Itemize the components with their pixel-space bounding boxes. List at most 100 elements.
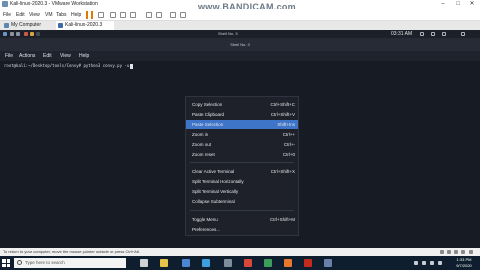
menu-edit[interactable]: Edit xyxy=(16,9,25,21)
tab-kali-vm[interactable]: Kali-linux-2020.3 xyxy=(56,21,114,30)
command-text: root@kali:~/Desktop/tools/Convy# python3… xyxy=(4,63,130,68)
menu-item-preferences[interactable]: Preferences... xyxy=(186,225,298,234)
display-icon[interactable] xyxy=(469,250,473,254)
menu-item-shortcut: Ctrl++ xyxy=(282,132,295,137)
terminal-menu-file[interactable]: File xyxy=(5,51,13,61)
tab-my-computer[interactable]: My Computer xyxy=(2,21,54,30)
close-icon[interactable]: ✕ xyxy=(465,0,479,9)
text-cursor xyxy=(130,63,134,69)
vm-icon xyxy=(58,23,63,28)
workspace-icon[interactable] xyxy=(10,32,14,36)
menu-item-label: Copy Selection xyxy=(192,102,223,107)
unity-icon[interactable] xyxy=(156,12,162,18)
vm-display[interactable]: Shell No. 3 03:31 AM Shell No. 3 File Ac… xyxy=(0,30,480,248)
snapshot-icon[interactable] xyxy=(110,12,116,18)
firefox-icon[interactable] xyxy=(284,259,292,267)
menu-item-zoom-in[interactable]: Zoom in Ctrl++ xyxy=(186,130,298,139)
menu-item-paste-selection[interactable]: Paste Selection Shift+Ins xyxy=(186,120,298,129)
network-icon[interactable] xyxy=(420,32,424,36)
menu-item-label: Split Terminal Vertically xyxy=(192,189,239,194)
menu-item-shortcut: Ctrl+Shift+V xyxy=(270,112,295,117)
menu-item-shortcut: Ctrl+Shift+M xyxy=(269,217,295,222)
menu-item-label: Split Terminal Horizontally xyxy=(192,179,244,184)
terminal-menu-edit[interactable]: Edit xyxy=(43,51,52,61)
kali-active-window-title: Shell No. 3 xyxy=(218,31,238,36)
manage-snapshots-icon[interactable] xyxy=(130,12,136,18)
console-view-icon[interactable] xyxy=(170,12,176,18)
terminal-menu-help[interactable]: Help xyxy=(79,51,89,61)
bandicam-icon[interactable] xyxy=(304,259,312,267)
terminal-title-bar[interactable]: Shell No. 3 xyxy=(0,38,480,51)
menu-item-label: Preferences... xyxy=(192,227,221,232)
terminal-menu-view[interactable]: View xyxy=(60,51,71,61)
network-adapter-icon[interactable] xyxy=(447,250,451,254)
menu-item-label: Zoom in xyxy=(192,132,209,137)
vmware-tab-strip: My Computer Kali-linux-2020.3 xyxy=(0,21,480,30)
menu-item-label: Collapse Subterminal xyxy=(192,199,235,204)
terminal-context-menu: Copy Selection Ctrl+Shift+C Paste Clipbo… xyxy=(185,96,299,236)
menu-item-paste-clipboard[interactable]: Paste Clipboard Ctrl+Shift+V xyxy=(186,110,298,119)
vmware-taskbar-icon[interactable] xyxy=(324,259,332,267)
kali-menu-icon[interactable] xyxy=(3,32,7,36)
taskbar-search-box[interactable]: Type here to search xyxy=(14,258,126,268)
menu-separator xyxy=(190,162,294,163)
store-icon[interactable] xyxy=(224,259,232,267)
tab-label: Kali-linux-2020.3 xyxy=(65,22,103,28)
edge-icon[interactable] xyxy=(202,259,210,267)
vmware-status-bar: To return to your computer, move the mou… xyxy=(0,248,480,256)
power-icon[interactable] xyxy=(461,32,465,36)
menu-separator xyxy=(190,210,294,211)
menu-item-label: Toggle Menu xyxy=(192,217,218,222)
home-icon xyxy=(4,23,9,28)
file-explorer-icon[interactable] xyxy=(160,259,168,267)
terminal-icon[interactable] xyxy=(36,32,40,36)
terminal-menu-actions[interactable]: Actions xyxy=(19,51,35,61)
browser-icon[interactable] xyxy=(30,32,34,36)
menu-view[interactable]: View xyxy=(29,9,40,21)
menu-item-collapse-subterminal[interactable]: Collapse Subterminal xyxy=(186,197,298,206)
tray-chevron-icon[interactable] xyxy=(414,261,418,265)
vmware-menu-bar: File Edit View VM Tabs Help xyxy=(0,9,480,21)
menu-item-copy-selection[interactable]: Copy Selection Ctrl+Shift+C xyxy=(186,100,298,109)
stretch-icon[interactable] xyxy=(180,12,186,18)
taskbar-clock[interactable]: 1:33 PM 9/7/2020 xyxy=(450,257,478,269)
tray-network-icon[interactable] xyxy=(422,261,426,265)
revert-snapshot-icon[interactable] xyxy=(120,12,126,18)
kali-top-panel: Shell No. 3 03:31 AM xyxy=(0,30,480,38)
menu-item-toggle-menu[interactable]: Toggle Menu Ctrl+Shift+M xyxy=(186,215,298,224)
menu-item-label: Clear Active Terminal xyxy=(192,169,235,174)
battery-icon[interactable] xyxy=(442,32,446,36)
terminal-title: Shell No. 3 xyxy=(230,42,250,47)
tray-volume-icon[interactable] xyxy=(430,261,434,265)
send-keys-icon[interactable] xyxy=(98,12,104,18)
menu-vm[interactable]: VM xyxy=(45,9,53,21)
menu-item-clear-terminal[interactable]: Clear Active Terminal Ctrl+Shift+X xyxy=(186,167,298,176)
usb-icon[interactable] xyxy=(454,250,458,254)
files-icon[interactable] xyxy=(24,32,28,36)
hard-disk-icon[interactable] xyxy=(440,250,444,254)
minimize-icon[interactable]: – xyxy=(436,0,450,9)
menu-item-zoom-reset[interactable]: Zoom reset Ctrl+0 xyxy=(186,150,298,159)
full-screen-icon[interactable] xyxy=(146,12,152,18)
kali-clock[interactable]: 03:31 AM xyxy=(391,30,412,38)
tray-language-icon[interactable] xyxy=(438,261,442,265)
menu-item-shortcut: Ctrl+Shift+X xyxy=(270,169,295,174)
volume-icon[interactable] xyxy=(431,32,435,36)
menu-item-zoom-out[interactable]: Zoom out Ctrl+- xyxy=(186,140,298,149)
menu-item-shortcut: Ctrl+- xyxy=(283,142,295,147)
search-icon xyxy=(17,260,22,265)
app-icon[interactable] xyxy=(244,259,252,267)
task-view-icon[interactable] xyxy=(140,259,148,267)
menu-item-split-vertically[interactable]: Split Terminal Vertically xyxy=(186,187,298,196)
mail-icon[interactable] xyxy=(182,259,190,267)
workspace-icon[interactable] xyxy=(16,32,20,36)
menu-file[interactable]: File xyxy=(3,9,11,21)
menu-tabs[interactable]: Tabs xyxy=(56,9,67,21)
sound-card-icon[interactable] xyxy=(461,250,465,254)
pause-icon[interactable] xyxy=(86,11,93,19)
maximize-icon[interactable]: □ xyxy=(451,0,465,9)
menu-item-split-horizontally[interactable]: Split Terminal Horizontally xyxy=(186,177,298,186)
windows-start-icon[interactable] xyxy=(2,259,10,267)
menu-help[interactable]: Help xyxy=(71,9,81,21)
app-icon[interactable] xyxy=(264,259,272,267)
